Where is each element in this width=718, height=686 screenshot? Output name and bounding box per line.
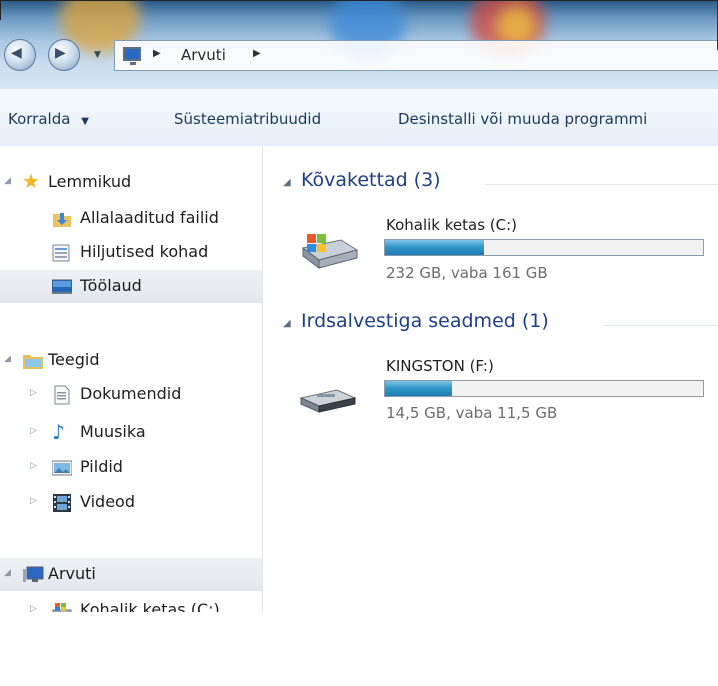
breadcrumb-chevron-icon[interactable]: ▶ xyxy=(253,48,261,59)
back-button[interactable]: ◀ xyxy=(4,39,36,71)
recent-pages-dropdown[interactable]: ▼ xyxy=(94,50,101,60)
sidebar-item-local-disk[interactable]: ▷ Kohalik ketas (C:) xyxy=(0,594,262,612)
sidebar-item-label: Lemmikud xyxy=(48,172,132,191)
sidebar-item-videos[interactable]: ▷ Videod xyxy=(0,486,262,519)
sidebar-item-desktop[interactable]: Töölaud xyxy=(0,270,262,303)
music-note-icon: ♪ xyxy=(52,420,65,444)
organize-button[interactable]: Korralda ▼ xyxy=(8,110,89,128)
sidebar-item-label: Dokumendid xyxy=(80,384,182,403)
chevron-down-icon: ▼ xyxy=(81,116,89,127)
group-divider xyxy=(485,184,718,185)
content-pane: ◢ Kõvakettad (3) Kohalik ketas (C:) 232 … xyxy=(263,146,718,612)
computer-icon xyxy=(22,565,44,583)
drive-capacity-text: 14,5 GB, vaba 11,5 GB xyxy=(386,404,558,422)
back-arrow-icon: ◀ xyxy=(11,45,22,61)
sidebar-item-documents[interactable]: ▷ Dokumendid xyxy=(0,378,262,411)
sidebar-item-label: Teegid xyxy=(48,350,100,369)
group-title: Kõvakettad (3) xyxy=(301,169,441,191)
breadcrumb-chevron-icon[interactable]: ▶ xyxy=(153,48,161,59)
drive-usage-bar xyxy=(384,380,704,397)
computer-icon xyxy=(123,47,141,65)
collapse-arrow-icon[interactable]: ◢ xyxy=(283,177,291,188)
address-location[interactable]: Arvuti xyxy=(181,46,226,64)
sidebar-item-music[interactable]: ▷ ♪ Muusika xyxy=(0,416,262,449)
expand-arrow-icon[interactable]: ▷ xyxy=(30,388,37,398)
picture-icon xyxy=(51,458,73,476)
sidebar-item-label: Videod xyxy=(80,492,135,511)
sidebar-item-libraries[interactable]: ◢ Teegid xyxy=(0,344,262,377)
group-removable-storage[interactable]: ◢ Irdsalvestiga seadmed (1) xyxy=(263,309,718,339)
collapse-arrow-icon[interactable]: ◢ xyxy=(4,568,11,578)
sidebar-item-favorites[interactable]: ◢ ★ Lemmikud xyxy=(0,166,262,199)
sidebar-item-label: Allalaaditud failid xyxy=(80,208,219,227)
film-icon xyxy=(52,493,72,512)
window-edge xyxy=(0,0,718,1)
desktop-icon xyxy=(51,277,73,295)
collapse-arrow-icon[interactable]: ◢ xyxy=(4,176,11,186)
star-icon: ★ xyxy=(22,169,40,193)
title-bar: ◀ ▶ ▼ ▶ Arvuti ▶ xyxy=(0,0,718,89)
system-properties-button[interactable]: Süsteemiatribuudid xyxy=(174,110,321,128)
forward-button[interactable]: ▶ xyxy=(48,39,80,71)
drive-name: Kohalik ketas (C:) xyxy=(386,216,518,234)
windows-drive-icon xyxy=(297,232,359,272)
recent-places-icon xyxy=(52,243,72,262)
sidebar-item-label: Muusika xyxy=(80,422,146,441)
libraries-folder-icon xyxy=(22,351,43,369)
command-bar: Korralda ▼ Süsteemiatribuudid Desinstall… xyxy=(0,89,718,147)
navigation-pane: ◢ ★ Lemmikud Allalaaditud failid Hiljuti… xyxy=(0,146,263,612)
group-title: Irdsalvestiga seadmed (1) xyxy=(301,310,549,332)
forward-arrow-icon: ▶ xyxy=(55,45,66,61)
usb-drive-icon xyxy=(297,380,359,420)
organize-label: Korralda xyxy=(8,110,71,128)
document-icon xyxy=(52,385,72,405)
drive-usage-bar xyxy=(384,239,704,256)
drive-capacity-text: 232 GB, vaba 161 GB xyxy=(386,264,548,282)
sidebar-item-pictures[interactable]: ▷ Pildid xyxy=(0,451,262,484)
explorer-window: ◀ ▶ ▼ ▶ Arvuti ▶ Korralda ▼ Süsteemiatri… xyxy=(0,0,718,612)
expand-arrow-icon[interactable]: ▷ xyxy=(30,604,37,612)
collapse-arrow-icon[interactable]: ◢ xyxy=(4,354,11,364)
sidebar-item-computer[interactable]: ◢ Arvuti xyxy=(0,558,262,591)
collapse-arrow-icon[interactable]: ◢ xyxy=(283,318,291,329)
drive-name: KINGSTON (F:) xyxy=(386,357,494,375)
window-edge xyxy=(0,0,1,20)
drive-usage-fill xyxy=(385,240,484,255)
windows-drive-icon xyxy=(52,601,72,612)
expand-arrow-icon[interactable]: ▷ xyxy=(30,426,37,436)
group-divider xyxy=(603,325,718,326)
drive-usage-fill xyxy=(385,381,452,396)
sidebar-item-label: Arvuti xyxy=(48,564,96,583)
sidebar-item-recent-places[interactable]: Hiljutised kohad xyxy=(0,236,262,269)
uninstall-program-button[interactable]: Desinstalli või muuda programmi xyxy=(398,110,647,128)
group-hard-drives[interactable]: ◢ Kõvakettad (3) xyxy=(263,168,718,198)
address-bar[interactable]: ▶ Arvuti ▶ xyxy=(114,40,718,71)
sidebar-item-label: Töölaud xyxy=(80,276,142,295)
sidebar-item-label: Pildid xyxy=(80,457,123,476)
expand-arrow-icon[interactable]: ▷ xyxy=(30,461,37,471)
sidebar-item-label: Kohalik ketas (C:) xyxy=(80,600,220,612)
sidebar-item-label: Hiljutised kohad xyxy=(80,242,209,261)
downloads-folder-icon xyxy=(52,209,72,227)
sidebar-item-downloads[interactable]: Allalaaditud failid xyxy=(0,202,262,235)
expand-arrow-icon[interactable]: ▷ xyxy=(30,496,37,506)
